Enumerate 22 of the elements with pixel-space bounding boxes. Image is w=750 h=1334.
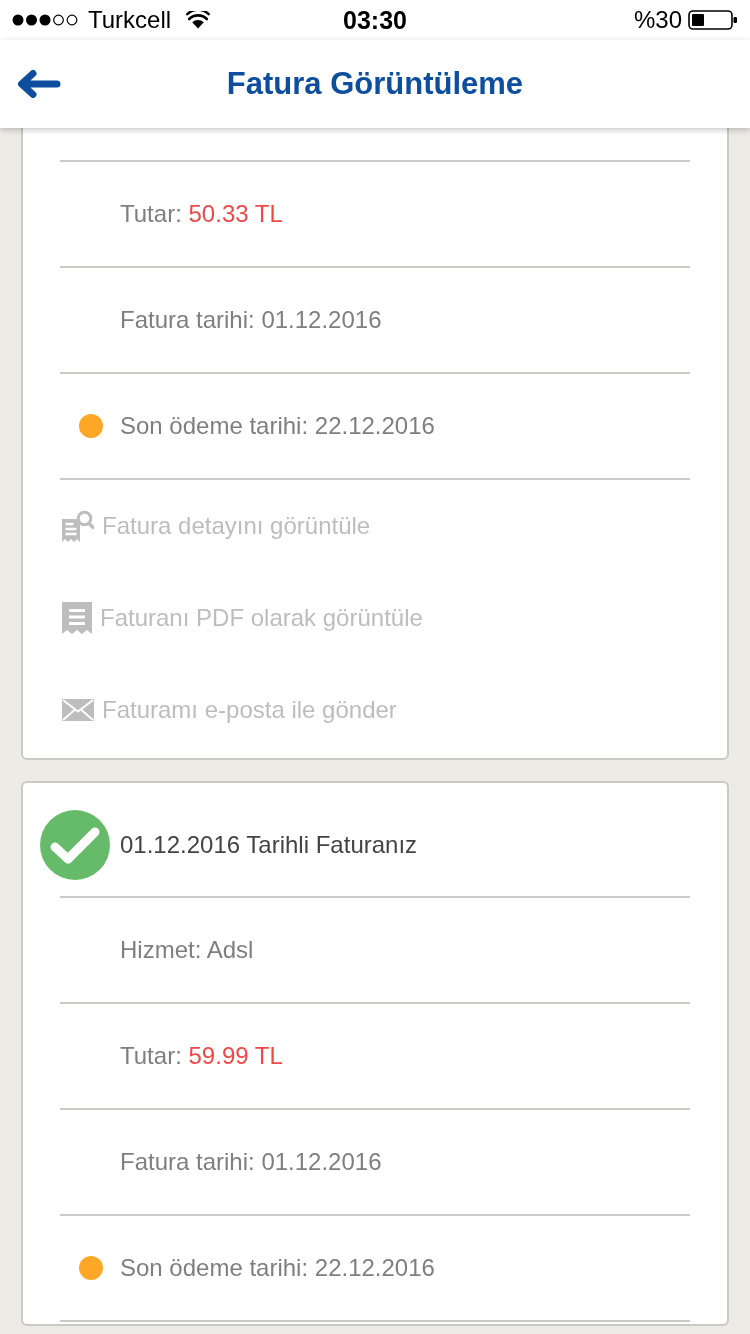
amount-label: Tutar: (120, 1041, 182, 1071)
invoice-title: 01.12.2016 Tarihli Faturanız (120, 830, 418, 860)
envelope-icon (62, 699, 94, 721)
back-button[interactable] (16, 69, 62, 99)
carrier-name: Turkcell (88, 6, 172, 34)
battery-icon (688, 10, 738, 30)
detail-text: Hizmet: Adsl (120, 935, 254, 965)
detail-text: Fatura tarihi: 01.12.2016 (120, 1147, 382, 1177)
wifi-icon (186, 11, 211, 29)
amount-label: Tutar: (120, 199, 182, 229)
due-date-text: Son ödeme tarihi: 22.12.2016 (120, 1253, 435, 1283)
back-arrow-icon (16, 69, 62, 99)
signal-strength-icon (12, 14, 78, 26)
due-date-text: Son ödeme tarihi: 22.12.2016 (120, 411, 435, 441)
amount-value: 59.99 TL (188, 1041, 283, 1071)
clock-time: 03:30 (343, 6, 407, 34)
receipt-search-icon (62, 510, 94, 542)
battery-percent: %30 (633, 6, 682, 34)
amount-value: 50.33 TL (188, 199, 283, 229)
receipt-icon (62, 602, 92, 634)
detail-text: Fatura tarihi: 01.12.2016 (120, 305, 382, 335)
page-title: Fatura Görüntüleme (226, 66, 524, 102)
